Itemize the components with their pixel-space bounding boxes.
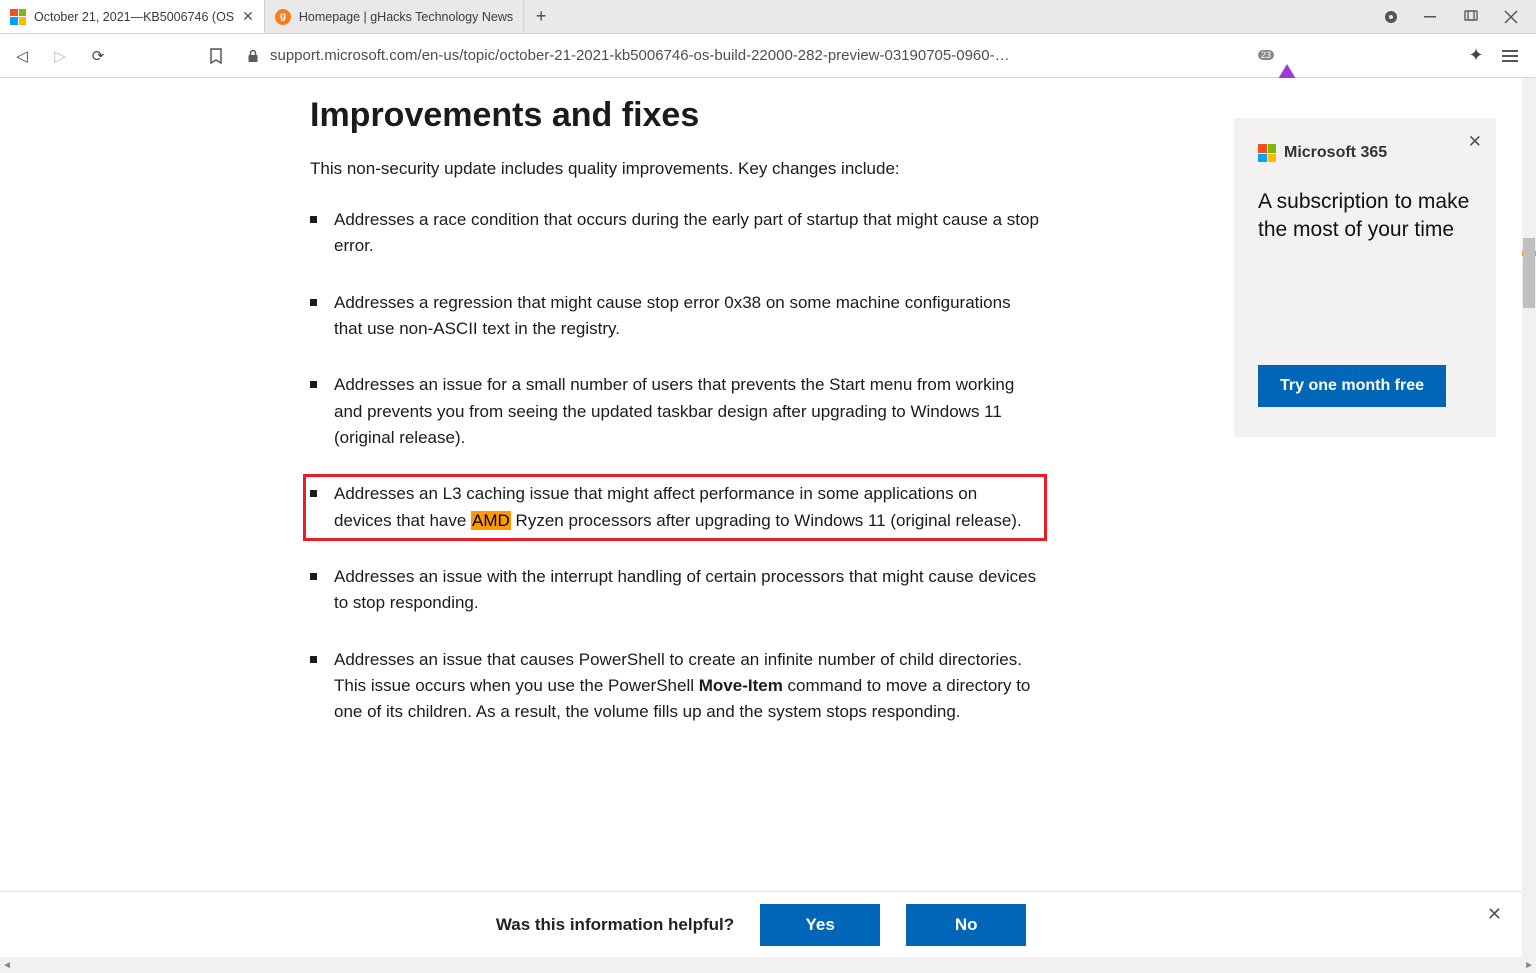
minimize-icon[interactable] [1424,10,1438,24]
horizontal-scrollbar[interactable]: ◄ ► [0,957,1536,973]
list-item-highlighted: Addresses an L3 caching issue that might… [310,481,1040,534]
section-intro: This non-security update includes qualit… [310,159,1040,179]
menu-icon[interactable] [1502,50,1526,62]
forward-button[interactable]: ▷ [48,47,72,65]
list-item: Addresses an issue with the interrupt ha… [310,564,1040,617]
url-text: support.microsoft.com/en-us/topic/octobe… [270,47,1010,64]
text-fragment: Ryzen processors after upgrading to Wind… [511,511,1022,530]
promo-brand: Microsoft 365 [1258,144,1472,162]
lock-icon [246,49,260,63]
bat-icon[interactable] [1278,47,1296,65]
list-item: Addresses an issue for a small number of… [310,372,1040,451]
section-heading: Improvements and fixes [310,96,1040,135]
tab-close-icon[interactable]: ✕ [242,8,254,25]
vertical-scrollbar[interactable] [1522,78,1536,957]
shields-badge: 23 [1258,50,1274,60]
promo-text: A subscription to make the most of your … [1258,188,1472,245]
feedback-bar: Was this information helpful? Yes No ✕ [0,891,1522,957]
tab-title: Homepage | gHacks Technology News [299,10,513,24]
page-viewport: Improvements and fixes This non-security… [0,78,1522,957]
scroll-thumb[interactable] [1523,238,1535,308]
promo-cta-button[interactable]: Try one month free [1258,365,1446,407]
scroll-right-icon[interactable]: ► [1524,960,1534,971]
browser-tab-active[interactable]: October 21, 2021—KB5006746 (OS ✕ [0,0,265,33]
ms-logo-icon [1258,144,1276,162]
list-item: Addresses an issue that causes PowerShel… [310,647,1040,726]
fixes-list: Addresses a race condition that occurs d… [310,207,1040,726]
promo-card: ✕ Microsoft 365 A subscription to make t… [1234,118,1496,437]
titlebar: October 21, 2021—KB5006746 (OS ✕ g Homep… [0,0,1536,34]
scroll-left-icon[interactable]: ◄ [2,960,12,971]
window-controls [1366,0,1536,33]
article-main: Improvements and fixes This non-security… [310,78,1040,756]
ghacks-favicon: g [275,9,291,25]
list-item: Addresses a regression that might cause … [310,290,1040,343]
tab-title: October 21, 2021—KB5006746 (OS [34,10,234,24]
feedback-no-button[interactable]: No [906,904,1026,946]
search-highlight: AMD [471,511,511,530]
brand-label: Microsoft 365 [1284,144,1387,162]
reload-button[interactable]: ⟳ [86,47,110,65]
browser-toolbar: ◁ ▷ ⟳ support.microsoft.com/en-us/topic/… [0,34,1536,78]
feedback-question: Was this information helpful? [496,915,734,935]
text-bold: Move-Item [699,676,783,695]
back-button[interactable]: ◁ [10,47,34,65]
address-bar[interactable]: support.microsoft.com/en-us/topic/octobe… [246,47,1250,64]
bookmark-icon[interactable] [208,48,232,64]
close-window-icon[interactable] [1504,10,1518,24]
maximize-icon[interactable] [1464,10,1478,24]
new-tab-button[interactable]: + [524,0,558,33]
list-item: Addresses a race condition that occurs d… [310,207,1040,260]
feedback-yes-button[interactable]: Yes [760,904,880,946]
extensions-icon[interactable]: ✦ [1464,45,1488,66]
incognito-icon[interactable] [1384,10,1398,24]
close-icon[interactable]: ✕ [1487,904,1502,925]
close-icon[interactable]: ✕ [1468,132,1482,152]
browser-tab[interactable]: g Homepage | gHacks Technology News [265,0,524,33]
ms-favicon [10,9,26,25]
